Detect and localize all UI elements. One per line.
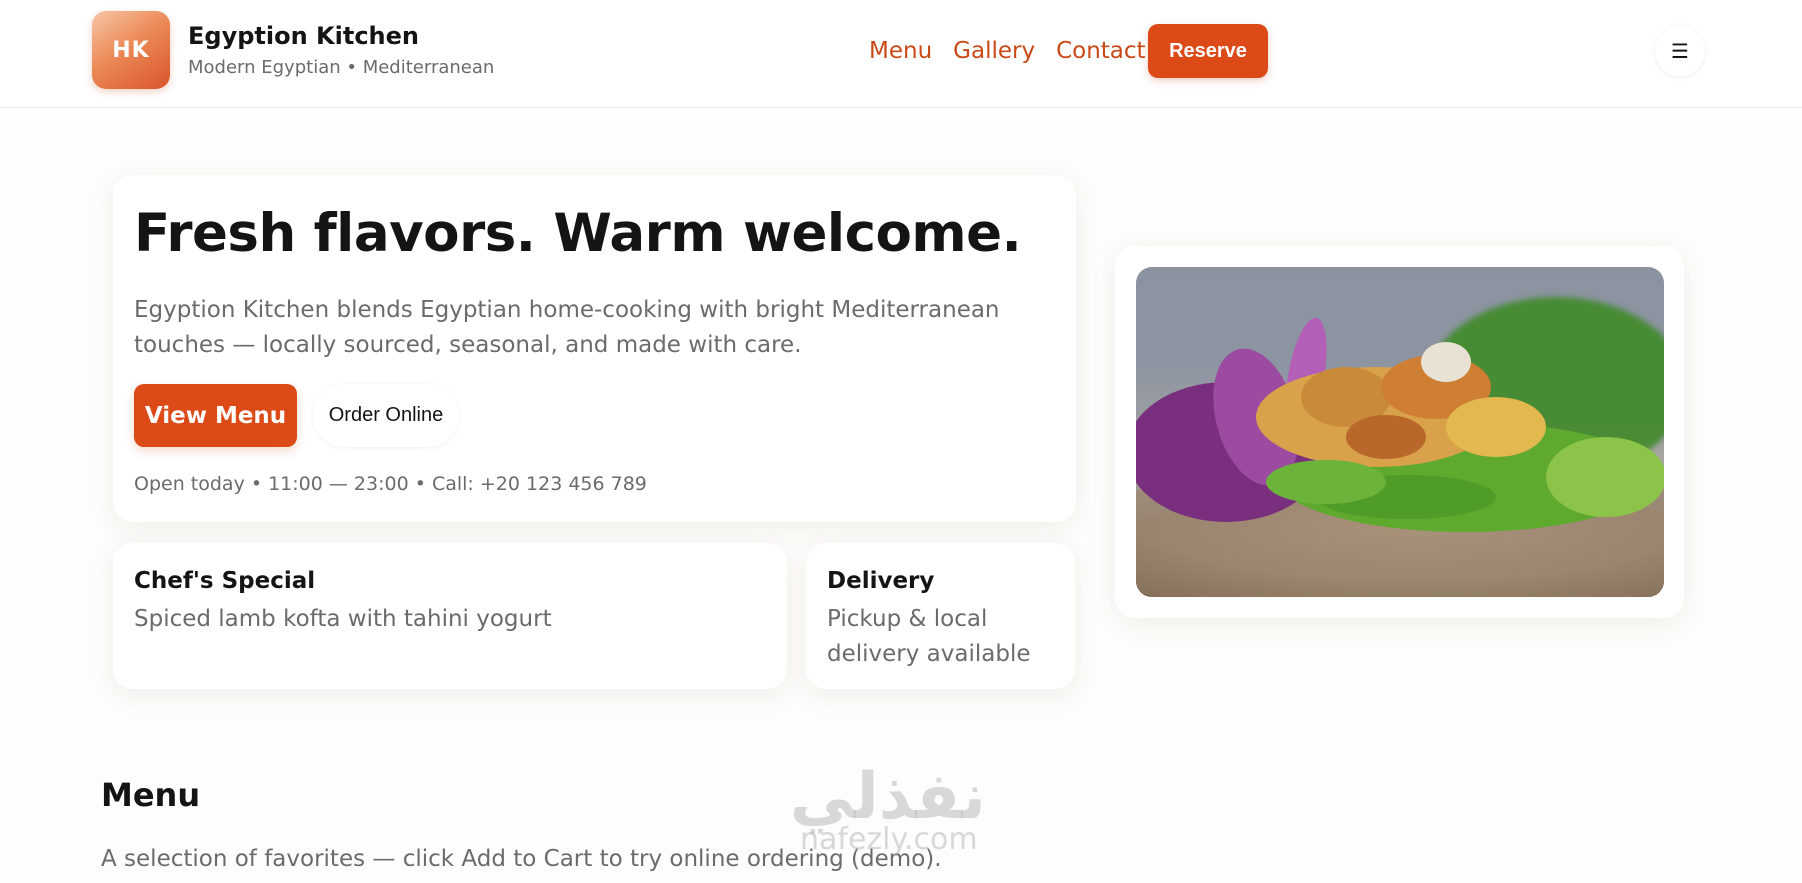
hero-card: Fresh flavors. Warm welcome. Egyption Ki…	[113, 175, 1076, 522]
delivery-card: Delivery Pickup & local delivery availab…	[806, 543, 1075, 689]
site-header: HK Egyption Kitchen Modern Egyptian • Me…	[0, 0, 1802, 108]
brand-tagline: Modern Egyptian • Mediterranean	[188, 57, 495, 78]
salad-bowl-illustration	[1136, 297, 1664, 597]
chefs-special-card: Chef's Special Spiced lamb kofta with ta…	[113, 543, 787, 689]
watermark-logo: نفذلي nafezly.com	[790, 760, 986, 857]
delivery-title: Delivery	[827, 568, 935, 594]
brand-logo[interactable]: HK	[92, 11, 170, 89]
nav-link-gallery[interactable]: Gallery	[953, 38, 1035, 64]
hero-image-card	[1115, 246, 1684, 618]
view-menu-button[interactable]: View Menu	[134, 384, 297, 447]
main-nav: Menu Gallery Contact	[869, 38, 1146, 64]
order-online-button[interactable]: Order Online	[313, 384, 459, 447]
watermark-domain-text: nafezly.com	[800, 822, 978, 857]
chefs-special-description: Spiced lamb kofta with tahini yogurt	[134, 606, 552, 632]
hero-description: Egyption Kitchen blends Egyptian home-co…	[134, 297, 1000, 358]
hamburger-menu-icon[interactable]: ☰	[1655, 26, 1705, 76]
food-photo	[1136, 267, 1664, 597]
delivery-description: Pickup & local delivery available	[827, 606, 1031, 667]
chefs-special-title: Chef's Special	[134, 568, 316, 594]
opening-hours: Open today • 11:00 — 23:00 • Call: +20 1…	[134, 473, 647, 495]
nav-link-menu[interactable]: Menu	[869, 38, 932, 64]
menu-section-heading: Menu	[101, 776, 201, 814]
nav-link-contact[interactable]: Contact	[1056, 38, 1145, 64]
brand-name: Egyption Kitchen	[188, 22, 419, 50]
hero-title: Fresh flavors. Warm welcome.	[134, 203, 1022, 264]
reserve-button[interactable]: Reserve	[1148, 24, 1268, 78]
